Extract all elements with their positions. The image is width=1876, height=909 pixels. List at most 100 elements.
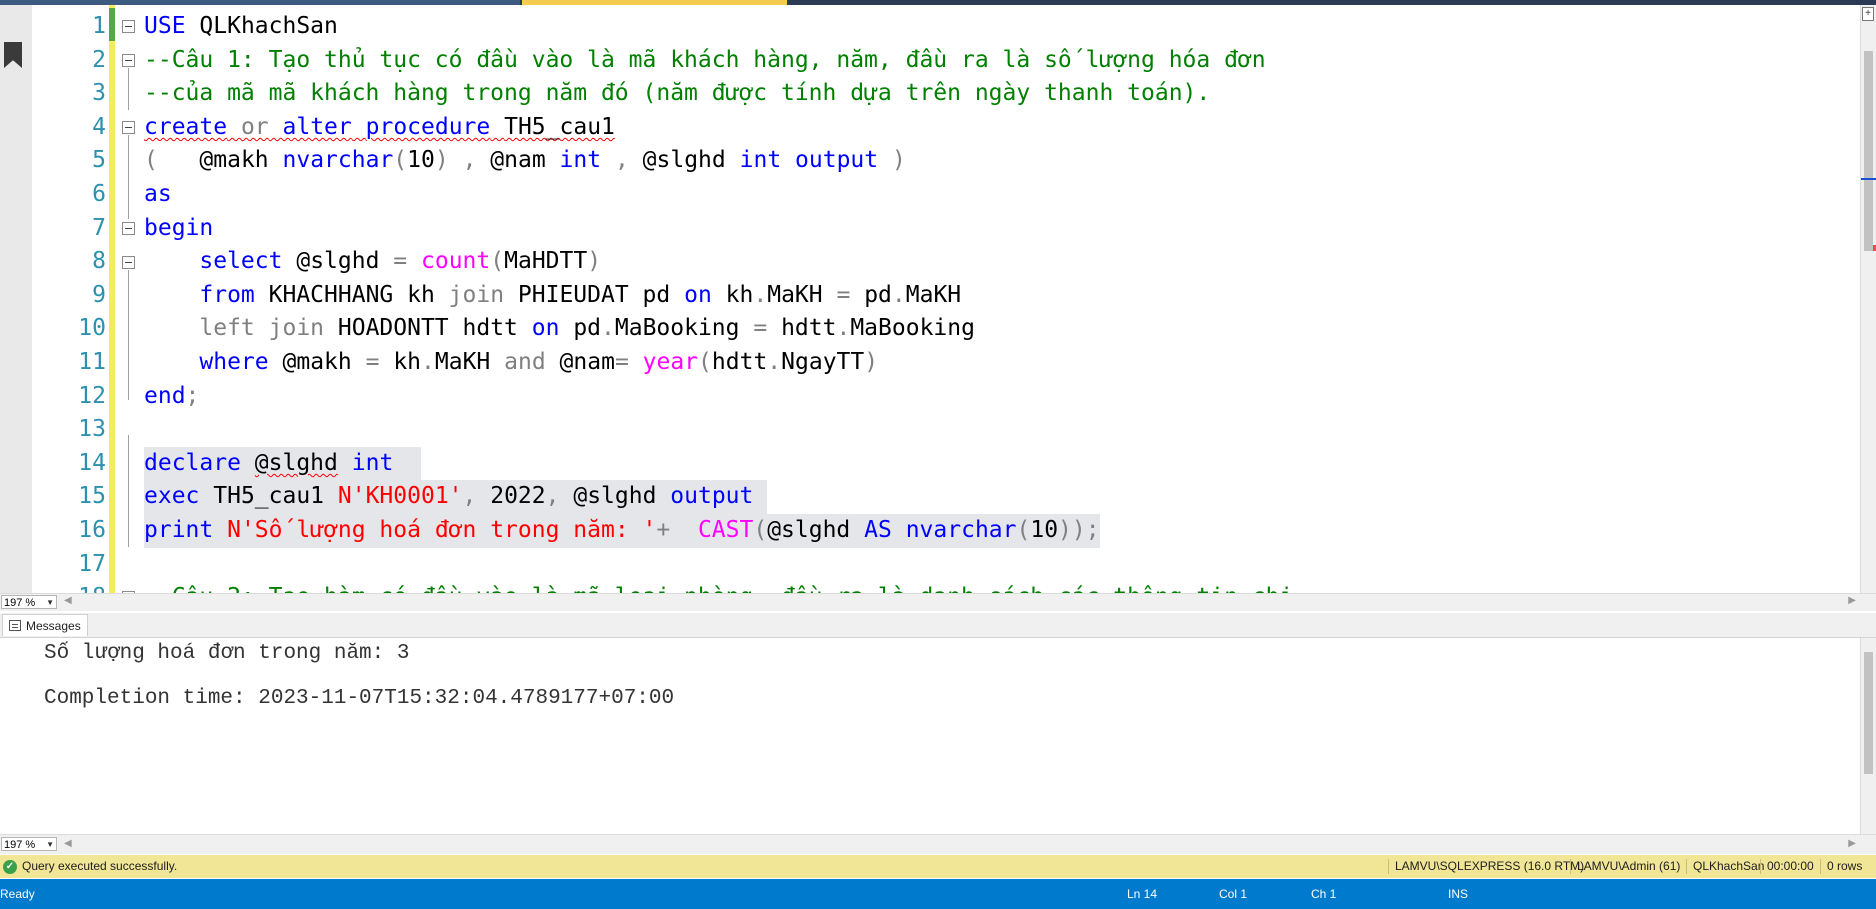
identifier: MaKH	[767, 281, 823, 308]
variable: @slghd	[642, 147, 726, 174]
scroll-left-icon[interactable]: ◀	[64, 595, 72, 606]
results-horizontal-bar: 197 % ▼ ◀ ▶	[0, 834, 1876, 854]
line-number: 17	[78, 550, 106, 577]
char-indicator: Ch 1	[1311, 887, 1337, 901]
keyword: int	[559, 147, 602, 174]
line-number: 3	[92, 80, 106, 107]
line-number: 13	[78, 416, 106, 443]
operator: ,	[462, 483, 477, 510]
code-line-3: --của mã mã khách hàng trong năm đó (năm…	[144, 80, 1211, 107]
results-tab-bar: Messages	[0, 613, 1876, 638]
operator: ,	[462, 147, 477, 174]
collapse-icon[interactable]	[122, 20, 135, 33]
keyword: end	[144, 382, 186, 409]
keyword: procedure	[365, 113, 491, 140]
collapse-icon[interactable]	[122, 54, 135, 67]
scroll-right-icon[interactable]: ▶	[1848, 595, 1856, 606]
scroll-right-icon[interactable]: ▶	[1848, 838, 1856, 849]
identifier: NgayTT	[781, 349, 865, 375]
query-editor[interactable]: 1 2 3 4 5 6 7 8 9 10 11 12 13 14 15 16 1…	[0, 5, 1876, 593]
operator: =	[393, 248, 408, 275]
identifier: kh	[725, 281, 754, 308]
operator: (	[698, 349, 712, 375]
split-icon[interactable]: +	[1862, 7, 1874, 21]
operator: ;	[1085, 517, 1100, 543]
results-vertical-scrollbar[interactable]	[1860, 638, 1876, 834]
editor-zoom-select[interactable]: 197 % ▼	[1, 595, 57, 609]
result-message: Số lượng hoá đơn trong năm: 3	[44, 642, 410, 665]
keyword: declare	[144, 449, 241, 476]
operator: join	[448, 281, 505, 308]
identifier: MaBooking	[850, 315, 975, 342]
line-number: 6	[92, 181, 106, 207]
line-number: 2	[92, 46, 106, 73]
identifier: hdtt	[781, 315, 837, 342]
operator: )	[891, 147, 906, 174]
change-tracking-bar	[109, 5, 115, 593]
line-number: 18	[32, 581, 106, 593]
identifier: MaKH	[434, 349, 491, 375]
operator: +	[656, 517, 671, 543]
code-area[interactable]: USE QLKhachSan --Câu 1: Tạo thủ tục có đ…	[144, 5, 1848, 593]
line-indicator: Ln 14	[1127, 887, 1158, 901]
identifier: hdtt	[711, 349, 768, 375]
tab-messages[interactable]: Messages	[2, 614, 88, 636]
results-zoom-select[interactable]: 197 % ▼	[1, 837, 57, 851]
success-check-icon: ✓	[3, 860, 17, 874]
code-line-11: where @makh = kh.MaKH and @nam= year(hdt…	[144, 346, 878, 380]
keyword: int	[351, 449, 394, 476]
code-line-14: declare @slghd int	[144, 446, 421, 481]
code-line-7: begin	[144, 214, 214, 241]
code-line-4: create or alter procedure TH5_cau1	[144, 111, 615, 145]
function: CAST	[697, 517, 754, 543]
operator: (	[144, 147, 158, 174]
status-message: Query executed successfully.	[22, 859, 178, 873]
messages-icon	[9, 620, 21, 631]
identifier: TH5_cau1	[213, 483, 325, 510]
code-line-9: from KHACHHANG kh join PHIEUDAT pd on kh…	[144, 279, 961, 313]
elapsed-time: 00:00:00	[1760, 859, 1814, 874]
string-literal: N'KH0001'	[337, 483, 463, 510]
collapse-icon[interactable]	[122, 222, 135, 235]
keyword: USE	[144, 13, 186, 39]
glyph-margin	[0, 5, 32, 593]
operator: )	[434, 147, 449, 174]
keyword: alter	[282, 113, 352, 140]
scroll-thumb[interactable]	[1864, 652, 1873, 774]
keyword: exec	[144, 483, 200, 510]
variable: @nam	[559, 349, 615, 375]
code-line-1: USE QLKhachSan	[144, 10, 338, 44]
zoom-value: 197 %	[4, 597, 36, 609]
operator: ))	[1058, 517, 1086, 543]
collapse-icon[interactable]	[122, 256, 135, 269]
operator: =	[753, 315, 768, 342]
saved-change-marker	[109, 8, 115, 41]
scroll-thumb[interactable]	[1864, 51, 1873, 251]
bookmark-icon[interactable]	[4, 42, 22, 68]
function: year	[642, 349, 699, 375]
outline-guide	[128, 270, 129, 400]
code-line-18: --Câu 2: Tạo hàm có đầu vào là mã loại p…	[144, 581, 1293, 593]
editor-vertical-scrollbar[interactable]	[1860, 5, 1876, 593]
operator: (	[753, 517, 768, 543]
scroll-left-icon[interactable]: ◀	[64, 838, 72, 849]
keyword: from	[199, 281, 255, 308]
identifier: pd	[573, 315, 602, 342]
identifier: PHIEUDAT pd	[517, 281, 671, 308]
line-number: 8	[92, 248, 106, 275]
line-number: 9	[92, 281, 106, 308]
line-number: 12	[78, 382, 106, 409]
collapse-icon[interactable]	[122, 121, 135, 134]
line-number: 7	[92, 214, 106, 241]
keyword: print	[144, 517, 214, 543]
messages-pane[interactable]: Số lượng hoá đơn trong năm: 3 Completion…	[0, 638, 1876, 834]
user-info: LAMVU\Admin (61)	[1570, 859, 1680, 874]
identifier: KHACHHANG kh	[268, 281, 435, 308]
operator: (	[1016, 517, 1031, 543]
keyword: where	[199, 349, 269, 375]
code-line-2: --Câu 1: Tạo thủ tục có đầu vào là mã kh…	[144, 46, 1266, 73]
outline-guide	[128, 68, 129, 110]
completion-time: Completion time: 2023-11-07T15:32:04.478…	[44, 687, 675, 710]
application-status-bar: Ready Ln 14 Col 1 Ch 1 INS	[0, 879, 1876, 909]
operator: ;	[185, 382, 200, 409]
